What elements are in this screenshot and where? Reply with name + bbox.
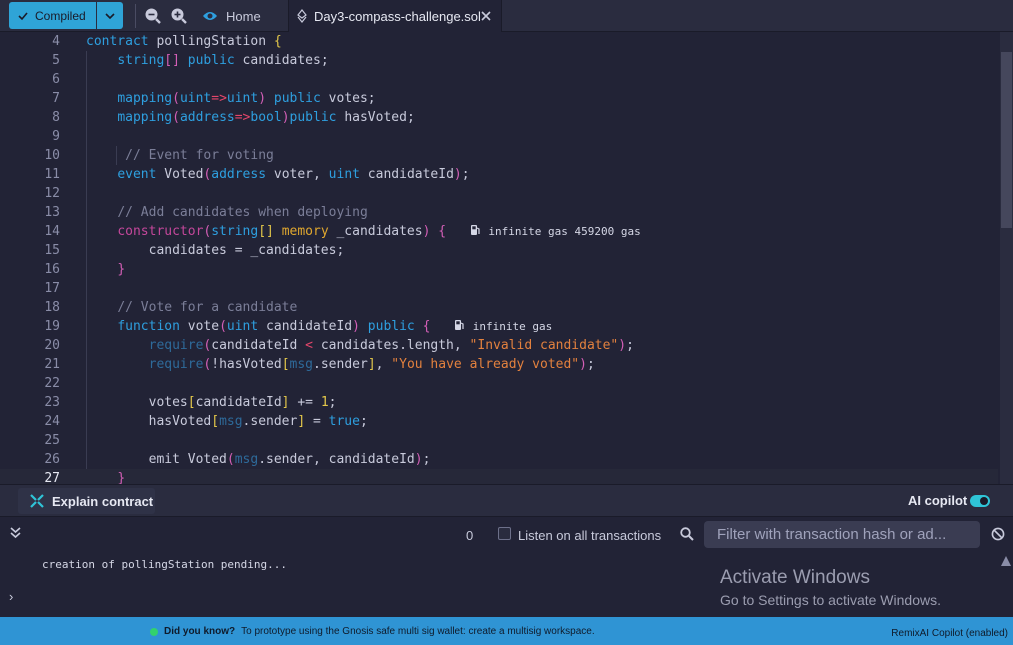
listen-checkbox[interactable] bbox=[498, 527, 511, 540]
copilot-status[interactable]: RemixAI Copilot (enabled) bbox=[891, 628, 1008, 639]
search-icon[interactable] bbox=[680, 527, 694, 541]
code-line: 5 string[] public candidates; bbox=[52, 53, 329, 68]
code-line: 11 event Voted(address voter, uint candi… bbox=[44, 167, 470, 182]
gas-estimate: infinite gas bbox=[472, 320, 553, 333]
chevron-down-icon bbox=[105, 12, 115, 19]
code-line: 4 contract pollingStation { bbox=[52, 34, 282, 49]
code-line: 22 bbox=[44, 376, 60, 391]
terminal-log-line: creation of pollingStation pending... bbox=[42, 558, 288, 571]
code-line: 6 bbox=[52, 72, 60, 87]
explain-contract-label: Explain contract bbox=[52, 493, 154, 509]
code-line: 25 bbox=[44, 433, 60, 448]
listen-label: Listen on all transactions bbox=[518, 528, 662, 543]
check-icon bbox=[18, 11, 28, 20]
code-line: 15 candidates = _candidates; bbox=[44, 243, 345, 258]
code-line: 9 bbox=[52, 129, 60, 144]
compile-button[interactable]: Compiled bbox=[9, 2, 96, 29]
ai-copilot-toggle[interactable] bbox=[970, 495, 990, 507]
activation-watermark-title: Activate Windows bbox=[720, 567, 870, 588]
did-you-know-tip: Did you know? To prototype using the Gno… bbox=[150, 626, 595, 637]
ai-copilot-label: AI copilot bbox=[908, 493, 968, 508]
status-dot-icon bbox=[150, 627, 158, 636]
explain-icon bbox=[30, 494, 44, 508]
pending-tx-count: 0 bbox=[466, 528, 474, 543]
ai-toolbar: Explain contract AI copilot bbox=[0, 484, 1013, 516]
divider bbox=[135, 4, 136, 28]
zoom-in-icon[interactable] bbox=[170, 7, 188, 25]
file-icon bbox=[297, 9, 307, 23]
filter-input[interactable]: Filter with transaction hash or ad... bbox=[704, 521, 980, 548]
did-you-know-label: Did you know? bbox=[164, 626, 236, 637]
code-line: 12 bbox=[44, 186, 60, 201]
close-icon[interactable] bbox=[479, 9, 493, 23]
scroll-thumb[interactable] bbox=[1001, 52, 1012, 228]
code-line: 19 function vote(uint candidateId) publi… bbox=[44, 319, 553, 334]
clear-icon[interactable] bbox=[991, 527, 1005, 541]
terminal-prompt[interactable]: › bbox=[9, 589, 13, 604]
editor-scrollbar[interactable] bbox=[1000, 32, 1013, 484]
code-line: 26 emit Voted(msg.sender, candidateId); bbox=[44, 452, 431, 467]
code-line: 17 bbox=[44, 281, 60, 296]
editor-tab-bar: Compiled Home Day3-compass-challenge.sol bbox=[0, 0, 1013, 32]
code-line-current: 27 } bbox=[0, 469, 998, 484]
tab-file-label: Day3-compass-challenge.sol bbox=[314, 8, 481, 24]
code-line: 13 // Add candidates when deploying bbox=[44, 205, 368, 220]
zoom-out-icon[interactable] bbox=[144, 7, 162, 25]
code-line: 14 constructor(string[] memory _candidat… bbox=[44, 224, 641, 239]
tab-home[interactable]: Home bbox=[196, 0, 288, 32]
gas-estimate: infinite gas 459200 gas bbox=[488, 225, 641, 238]
gas-pump-icon bbox=[470, 225, 480, 235]
code-line: 21 require(!hasVoted[msg.sender], "You h… bbox=[44, 357, 595, 372]
compile-label: Compiled bbox=[35, 8, 86, 23]
compile-options-button[interactable] bbox=[97, 2, 123, 29]
terminal-output[interactable]: creation of pollingStation pending... › … bbox=[0, 552, 1013, 617]
code-line: 10 // Event for voting bbox=[44, 148, 274, 163]
code-line: 8 mapping(address=>bool)public hasVoted; bbox=[52, 110, 415, 125]
code-line: 18 // Vote for a candidate bbox=[44, 300, 298, 315]
remix-ide-window: Compiled Home Day3-compass-challenge.sol… bbox=[0, 0, 1013, 645]
code-line: 7 mapping(uint=>uint) public votes; bbox=[52, 91, 376, 106]
code-line: 16 } bbox=[44, 262, 126, 277]
terminal-header: 0 Listen on all transactions Filter with… bbox=[0, 516, 1013, 552]
activation-watermark-text: Go to Settings to activate Windows. bbox=[720, 592, 941, 608]
tab-file[interactable]: Day3-compass-challenge.sol bbox=[288, 0, 502, 32]
code-editor[interactable]: 4 contract pollingStation { 5 string[] pu… bbox=[0, 32, 1013, 484]
double-chevron-icon[interactable] bbox=[9, 526, 22, 540]
tip-text: To prototype using the Gnosis safe multi… bbox=[241, 626, 595, 637]
terminal-scroll-up[interactable] bbox=[1001, 556, 1011, 566]
code-line: 24 hasVoted[msg.sender] = true; bbox=[44, 414, 368, 429]
gas-pump-icon bbox=[454, 320, 464, 330]
explain-contract-button[interactable]: Explain contract bbox=[18, 488, 155, 514]
remix-logo-icon bbox=[203, 12, 217, 20]
status-bar: Did you know? To prototype using the Gno… bbox=[0, 617, 1013, 645]
tab-home-label: Home bbox=[226, 8, 261, 24]
code-line: 23 votes[candidateId] += 1; bbox=[44, 395, 337, 410]
code-line: 20 require(candidateId < candidates.leng… bbox=[44, 338, 634, 353]
